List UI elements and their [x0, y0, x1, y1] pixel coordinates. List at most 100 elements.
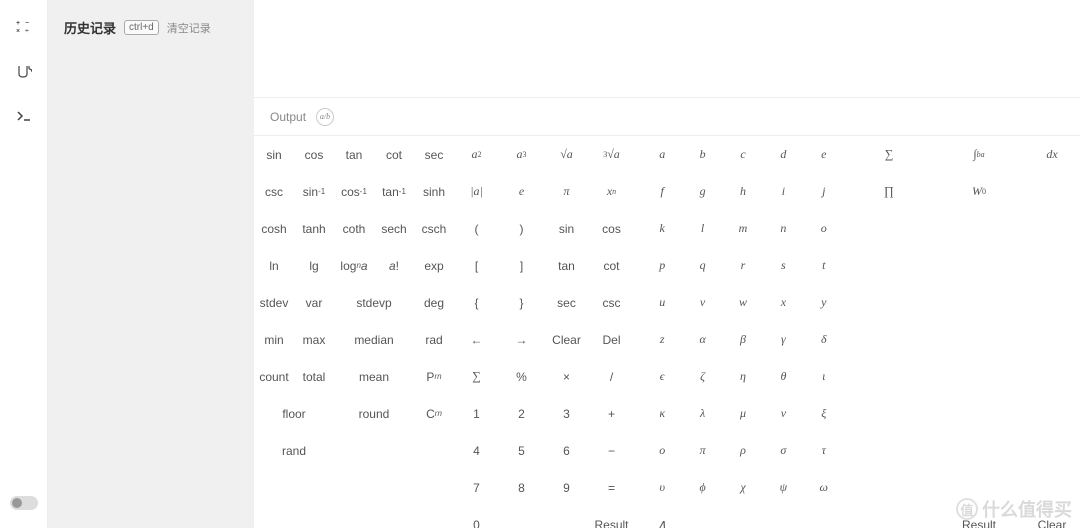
key-csch[interactable]: csch [414, 210, 454, 247]
key-p[interactable]: p [642, 247, 682, 284]
key-stdevp[interactable]: stdevp [334, 284, 414, 321]
key-cos[interactable]: cos [589, 210, 634, 247]
key-max[interactable]: max [294, 321, 334, 358]
key-[interactable]: ∧ [642, 506, 682, 528]
key-q[interactable]: q [682, 247, 722, 284]
key-median[interactable]: median [334, 321, 414, 358]
key-sec[interactable]: sec [414, 136, 454, 173]
key-[interactable]: χ [723, 469, 763, 506]
key-sinh[interactable]: sinh [414, 173, 454, 210]
key-tanh[interactable]: tanh [294, 210, 334, 247]
key-[interactable]: ] [499, 247, 544, 284]
key-r[interactable]: r [723, 247, 763, 284]
key-a[interactable]: a2 [454, 136, 499, 173]
key-sec[interactable]: sec [544, 284, 589, 321]
key-c[interactable]: c [723, 136, 763, 173]
key-[interactable]: ∏ [844, 173, 934, 210]
key-[interactable]: % [499, 358, 544, 395]
key-sin[interactable]: sin [544, 210, 589, 247]
key-a[interactable]: a! [374, 247, 414, 284]
key-min[interactable]: min [254, 321, 294, 358]
key-[interactable]: ν [763, 395, 803, 432]
key-9[interactable]: 9 [544, 469, 589, 506]
key-[interactable]: τ [804, 432, 844, 469]
key-ln[interactable]: ln [254, 247, 294, 284]
key-a[interactable]: a [642, 136, 682, 173]
key-[interactable]: { [454, 284, 499, 321]
key-csc[interactable]: csc [589, 284, 634, 321]
key-i[interactable]: i [763, 173, 803, 210]
key-l[interactable]: l [682, 210, 722, 247]
key-[interactable]: → [499, 321, 544, 358]
key-result[interactable]: Result [934, 506, 1024, 528]
key-result[interactable]: Result [589, 506, 634, 528]
key-rad[interactable]: rad [414, 321, 454, 358]
key-[interactable]: ζ [682, 358, 722, 395]
key-total[interactable]: total [294, 358, 334, 395]
key-[interactable]: ) [499, 210, 544, 247]
key-del[interactable]: Del [589, 321, 634, 358]
key-u[interactable]: u [642, 284, 682, 321]
key-[interactable]: + [589, 395, 634, 432]
key-7[interactable]: 7 [454, 469, 499, 506]
key-e[interactable]: e [499, 173, 544, 210]
key-[interactable]: ρ [723, 432, 763, 469]
expression-input[interactable] [254, 0, 1080, 98]
key-dx[interactable]: dx [1024, 136, 1080, 173]
key-p[interactable]: Prn [414, 358, 454, 395]
key-[interactable]: ( [454, 210, 499, 247]
key-count[interactable]: count [254, 358, 294, 395]
fraction-toggle[interactable]: a/b [316, 108, 334, 126]
key-[interactable]: ← [454, 321, 499, 358]
key-k[interactable]: k [642, 210, 682, 247]
key-coth[interactable]: coth [334, 210, 374, 247]
key-[interactable]: π [682, 432, 722, 469]
key-f[interactable]: f [642, 173, 682, 210]
key-tan[interactable]: tan [544, 247, 589, 284]
theme-toggle[interactable] [10, 496, 38, 510]
key-log-a[interactable]: logn a [334, 247, 374, 284]
key-w[interactable]: W0 [934, 173, 1024, 210]
key-t[interactable]: t [804, 247, 844, 284]
key-[interactable]: ϵ [642, 358, 682, 395]
key-x[interactable]: xn [589, 173, 634, 210]
key-[interactable]: υ [642, 469, 682, 506]
terminal-mode-icon[interactable] [16, 108, 32, 129]
key-clear[interactable]: Clear [544, 321, 589, 358]
key-tan[interactable]: tan-1 [374, 173, 414, 210]
key-deg[interactable]: deg [414, 284, 454, 321]
key-[interactable]: μ [723, 395, 763, 432]
key-d[interactable]: d [763, 136, 803, 173]
key-w[interactable]: w [723, 284, 763, 321]
key-3[interactable]: 3 [544, 395, 589, 432]
key-o[interactable]: o [804, 210, 844, 247]
key-[interactable]: ϕ [682, 469, 722, 506]
key-[interactable]: ξ [804, 395, 844, 432]
key-[interactable]: θ [763, 358, 803, 395]
key-x[interactable]: x [763, 284, 803, 321]
key-[interactable]: κ [642, 395, 682, 432]
key-[interactable]: ∑ [454, 358, 499, 395]
key-[interactable]: } [499, 284, 544, 321]
key-a[interactable]: |a| [454, 173, 499, 210]
key-[interactable]: [ [454, 247, 499, 284]
calc-mode-icon[interactable]: +−×÷ [16, 18, 32, 39]
key-[interactable]: δ [804, 321, 844, 358]
key-rand[interactable]: rand [254, 432, 334, 469]
key-[interactable]: ι [804, 358, 844, 395]
key-cos[interactable]: cos [294, 136, 334, 173]
key-sin[interactable]: sin-1 [294, 173, 334, 210]
key-[interactable]: π [544, 173, 589, 210]
key-6[interactable]: 6 [544, 432, 589, 469]
key-[interactable]: ∑ [844, 136, 934, 173]
key-stdev[interactable]: stdev [254, 284, 294, 321]
key-2[interactable]: 2 [499, 395, 544, 432]
key-var[interactable]: var [294, 284, 334, 321]
key-exp[interactable]: exp [414, 247, 454, 284]
key-[interactable]: / [589, 358, 634, 395]
key-cot[interactable]: cot [374, 136, 414, 173]
unit-mode-icon[interactable] [16, 63, 32, 84]
key-a[interactable]: 3√a [589, 136, 634, 173]
key-a[interactable]: √a [544, 136, 589, 173]
key-[interactable]: − [589, 432, 634, 469]
